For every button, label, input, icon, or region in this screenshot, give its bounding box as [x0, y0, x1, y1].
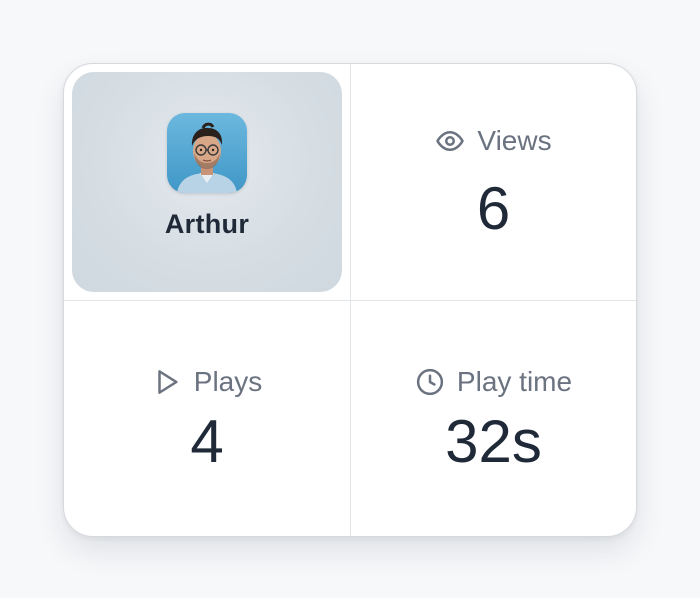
- eye-icon: [435, 126, 465, 156]
- plays-label: Plays: [193, 365, 263, 397]
- avatar-image: [167, 112, 247, 193]
- plays-stat: Plays 4: [64, 301, 351, 536]
- play-time-stat: Play time 32s: [351, 301, 636, 536]
- plays-label-row: Plays: [152, 366, 262, 398]
- views-stat: Views 6: [351, 64, 636, 301]
- views-value: 6: [476, 175, 511, 242]
- play-time-label-row: Play time: [415, 366, 572, 398]
- profile-name: Arthur: [164, 208, 250, 239]
- clock-icon: [415, 367, 445, 397]
- plays-value: 4: [190, 407, 224, 475]
- profile-cell: Arthur: [64, 64, 351, 301]
- views-label: Views: [477, 125, 552, 156]
- avatar: [167, 112, 247, 193]
- play-time-label: Play time: [456, 365, 573, 397]
- play-time-value: 32s: [445, 407, 542, 475]
- profile-tile[interactable]: Arthur: [72, 72, 342, 292]
- play-icon: [152, 367, 182, 397]
- stats-card: Arthur Views 6 Plays 4 Play time 32s: [63, 63, 637, 537]
- views-label-row: Views: [435, 125, 552, 157]
